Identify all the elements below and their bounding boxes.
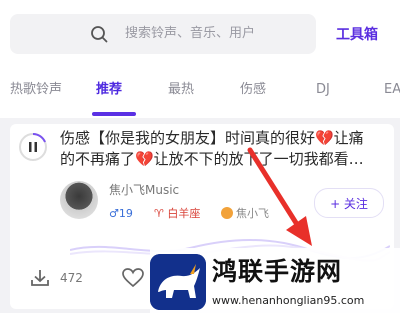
coin-icon (221, 207, 233, 219)
category-tabs: 热歌铃声 推荐 最热 伤感 DJ EA (0, 78, 400, 104)
search-input[interactable]: 搜索铃声、音乐、用户 (10, 14, 316, 54)
buffalo-logo-icon (150, 254, 206, 310)
toolbox-button[interactable]: 工具箱 (336, 26, 378, 44)
nickname-badge: 焦小飞 (221, 206, 269, 222)
pause-icon[interactable] (18, 132, 48, 162)
download-count: 472 (60, 271, 83, 285)
avatar[interactable] (60, 181, 98, 219)
ringtone-title[interactable]: 伤感【你是我的女朋友】时间真的很好💔让痛 的不再痛了💔让放不下的放下了一切我都看… (60, 128, 390, 170)
search-placeholder: 搜索铃声、音乐、用户 (125, 26, 256, 41)
tab-recommend[interactable]: 推荐 (96, 81, 122, 99)
tab-hot-ringtones[interactable]: 热歌铃声 (10, 81, 62, 99)
download-icon[interactable] (30, 268, 50, 288)
tab-sad[interactable]: 伤感 (240, 81, 266, 99)
search-icon (91, 26, 108, 43)
username[interactable]: 焦小飞Music (109, 182, 179, 198)
watermark-title: 鸿联手游网 (212, 257, 343, 286)
fans-badge: ♂19 (109, 207, 133, 220)
watermark-url: www.henanhonglian95.com (212, 294, 365, 307)
zodiac-badge: ♈ 白羊座 (154, 207, 201, 220)
watermark: 鸿联手游网 www.henanhonglian95.com (150, 248, 400, 313)
title-line-1: 伤感【你是我的女朋友】时间真的很好💔让痛 (60, 129, 364, 147)
follow-button[interactable]: + 关注 (314, 188, 384, 218)
heart-icon[interactable] (122, 268, 144, 288)
tab-ea[interactable]: EA (384, 81, 400, 99)
top-bar: 搜索铃声、音乐、用户 工具箱 热歌铃声 推荐 最热 伤感 DJ EA (0, 0, 400, 118)
active-tab-indicator (92, 112, 136, 116)
tab-hottest[interactable]: 最热 (168, 81, 194, 99)
tab-dj[interactable]: DJ (316, 81, 330, 99)
title-line-2: 的不再痛了💔让放不下的放下了一切我都看… (60, 150, 364, 168)
